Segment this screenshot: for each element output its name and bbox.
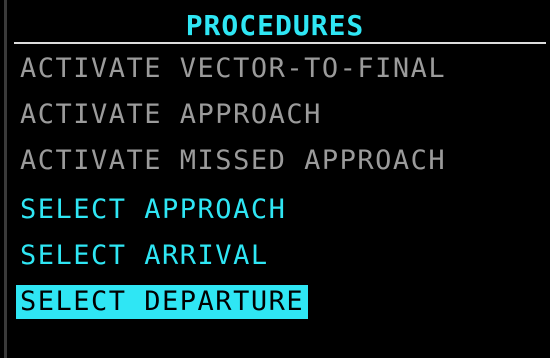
menu-item-activate-missed-approach[interactable]: ACTIVATE MISSED APPROACH <box>20 144 446 178</box>
procedures-window: PROCEDURES ACTIVATE VECTOR-TO-FINAL ACTI… <box>0 0 550 358</box>
menu-item-select-departure[interactable]: SELECT DEPARTURE <box>16 285 309 319</box>
window-edge <box>4 0 7 358</box>
menu-item-select-approach[interactable]: SELECT APPROACH <box>20 193 286 227</box>
menu-item-activate-approach[interactable]: ACTIVATE APPROACH <box>20 98 322 132</box>
menu-item-select-arrival[interactable]: SELECT ARRIVAL <box>20 239 269 273</box>
page-title: PROCEDURES <box>185 9 365 42</box>
title-divider <box>14 42 546 44</box>
menu-item-activate-vector-to-final[interactable]: ACTIVATE VECTOR-TO-FINAL <box>20 52 446 86</box>
